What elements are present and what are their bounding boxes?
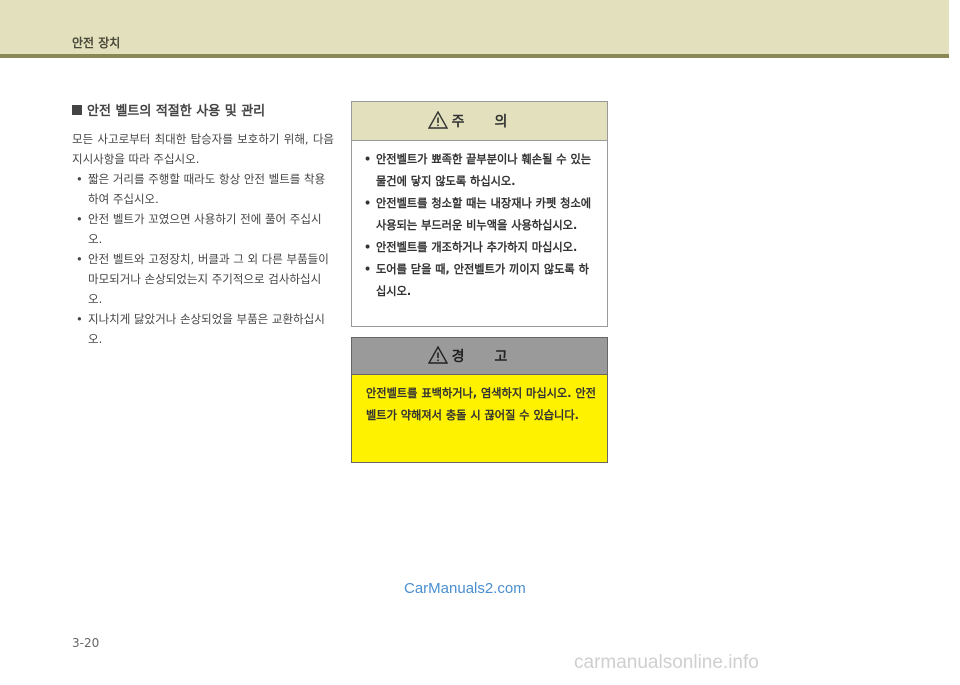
list-item: 안전벨트를 개조하거나 추가하지 마십시오.: [362, 237, 599, 259]
page-number: 3-20: [72, 636, 100, 650]
care-bullet-list: 짧은 거리를 주행할 때라도 항상 안전 벨트를 착용하여 주십시오. 안전 벨…: [72, 169, 334, 349]
warning-triangle-icon: [428, 111, 448, 129]
caution-box: 주의 안전벨트가 뾰족한 끝부분이나 훼손될 수 있는 물건에 닿지 않도록 하…: [351, 101, 608, 327]
watermark-link[interactable]: CarManuals2.com: [404, 580, 526, 597]
intro-text: 모든 사고로부터 최대한 탑승자를 보호하기 위해, 다음 지시사항을 따라 주…: [72, 132, 334, 166]
caution-title: 주의: [451, 114, 538, 130]
section-heading: 안전 벨트의 적절한 사용 및 관리: [72, 100, 334, 119]
seatbelt-care-section: 안전 벨트의 적절한 사용 및 관리 모든 사고로부터 최대한 탑승자를 보호하…: [72, 100, 334, 349]
list-item: 안전벨트를 청소할 때는 내장재나 카펫 청소에 사용되는 부드러운 비누액을 …: [362, 193, 599, 237]
section-heading-text: 안전 벨트의 적절한 사용 및 관리: [87, 104, 266, 119]
warning-title: 경고: [451, 349, 538, 365]
caution-list: 안전벨트가 뾰족한 끝부분이나 훼손될 수 있는 물건에 닿지 않도록 하십시오…: [352, 149, 607, 303]
list-item: 지나치게 닳았거나 손상되었을 부품은 교환하십시오.: [72, 309, 334, 349]
list-item: 안전 벨트와 고정장치, 버클과 그 외 다른 부품들이 마모되거나 손상되었는…: [72, 249, 334, 309]
chapter-title: 안전 장치: [72, 36, 121, 50]
list-item: 안전 벨트가 꼬였으면 사용하기 전에 풀어 주십시오.: [72, 209, 334, 249]
header-band: [0, 0, 949, 54]
square-bullet-icon: [72, 104, 82, 115]
warning-header: 경고: [352, 338, 607, 375]
warning-box: 경고 안전벨트를 표백하거나, 염색하지 마십시오. 안전벨트가 약해져서 충돌…: [351, 337, 608, 463]
header-rule: [0, 54, 949, 58]
watermark-text: carmanualsonline.info: [574, 652, 759, 673]
caution-header: 주의: [352, 102, 607, 141]
list-item: 안전벨트가 뾰족한 끝부분이나 훼손될 수 있는 물건에 닿지 않도록 하십시오…: [362, 149, 599, 193]
list-item: 도어를 닫을 때, 안전벨트가 끼이지 않도록 하십시오.: [362, 259, 599, 303]
warning-triangle-icon: [428, 346, 448, 364]
list-item: 짧은 거리를 주행할 때라도 항상 안전 벨트를 착용하여 주십시오.: [72, 169, 334, 209]
warning-text: 안전벨트를 표백하거나, 염색하지 마십시오. 안전벨트가 약해져서 충돌 시 …: [366, 387, 596, 422]
